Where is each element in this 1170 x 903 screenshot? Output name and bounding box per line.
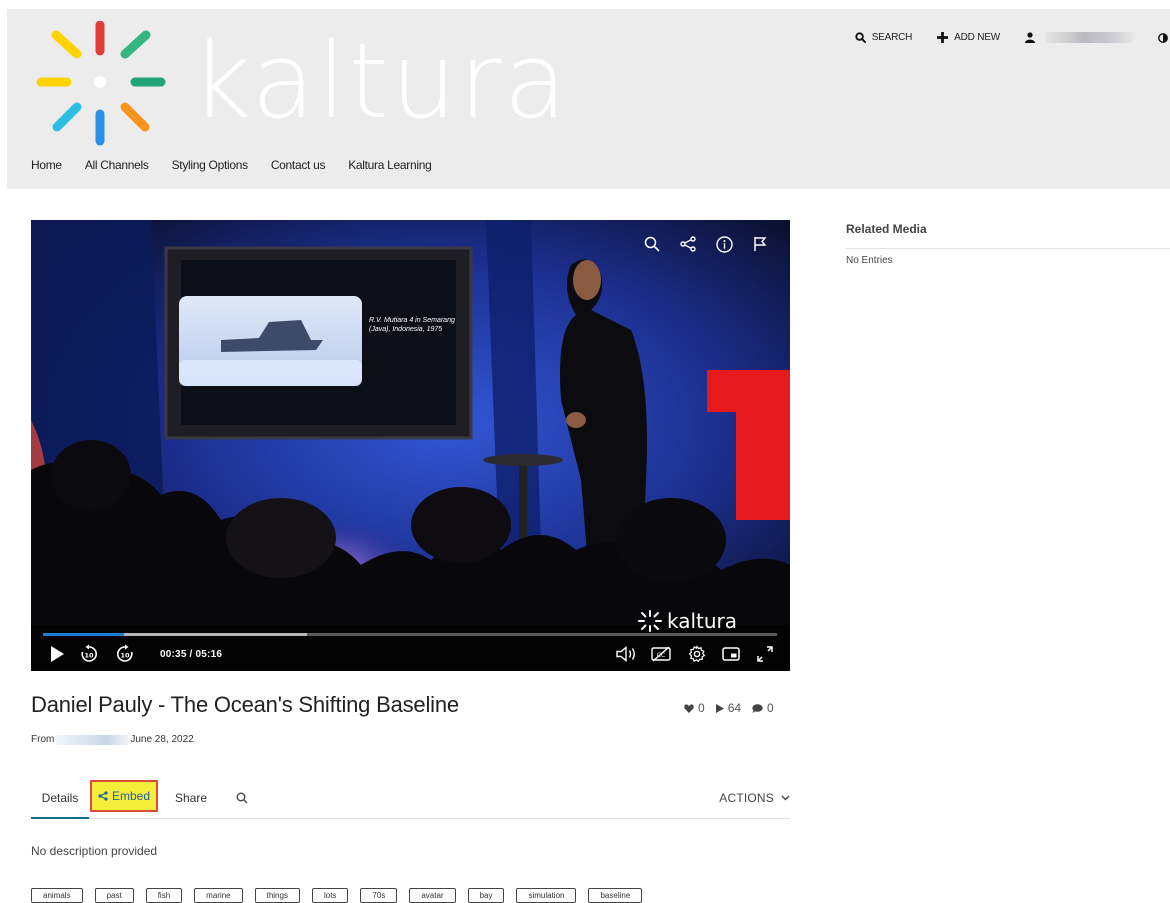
likes-stat[interactable]: 0 [684, 701, 705, 715]
search-label: SEARCH [871, 32, 913, 43]
comments-count: 0 [767, 701, 774, 715]
tag-item[interactable]: avatar [409, 888, 456, 903]
tab-details[interactable]: Details [31, 778, 89, 819]
main-nav: Home All Channels Styling Options Contac… [31, 158, 454, 172]
volume-button[interactable] [615, 642, 639, 666]
player-share-icon[interactable] [678, 234, 698, 254]
tag-item[interactable]: 70s [360, 888, 398, 903]
svg-text:10: 10 [120, 652, 130, 660]
share-icon [98, 791, 108, 801]
settings-button[interactable] [685, 642, 709, 666]
chevron-down-icon [781, 795, 790, 801]
add-new-button[interactable]: ADD NEW [937, 32, 1000, 43]
nav-kaltura-learning[interactable]: Kaltura Learning [348, 158, 432, 172]
video-player[interactable]: R.V. Mutiara 4 in Semarang (Java), Indon… [31, 220, 790, 671]
tab-embed-label: Embed [112, 789, 151, 803]
plays-count: 64 [727, 701, 742, 715]
fullscreen-icon [757, 646, 773, 662]
slide-caption: R.V. Mutiara 4 in Semarang (Java), Indon… [369, 317, 455, 333]
actions-menu[interactable]: ACTIONS [719, 778, 790, 818]
player-top-toolbar [642, 234, 770, 254]
logo-wordmark: kaltura [191, 20, 570, 142]
watermark-burst-icon [638, 610, 662, 632]
tag-item[interactable]: marine [194, 888, 243, 903]
watermark-text: kaltura [667, 609, 738, 633]
tag-item[interactable]: simulation [516, 888, 577, 903]
user-name-redacted [1045, 32, 1133, 43]
svg-text:10: 10 [84, 652, 94, 660]
svg-text:CC: CC [657, 652, 665, 659]
media-stats: 0 64 0 [684, 701, 774, 715]
tab-search[interactable] [236, 778, 248, 818]
actions-label: ACTIONS [719, 791, 774, 805]
related-divider [846, 248, 1170, 249]
tag-list: animals past fish marine things lots 70s… [31, 888, 654, 903]
play-button[interactable] [45, 642, 69, 666]
tag-item[interactable]: animals [31, 888, 83, 903]
media-description: No description provided [31, 844, 158, 858]
user-icon [1025, 32, 1035, 43]
player-info-icon[interactable] [714, 234, 734, 254]
pip-button[interactable] [719, 642, 743, 666]
kaltura-logo[interactable]: kaltura [33, 21, 567, 146]
top-toolbar: SEARCH ADD NEW [855, 32, 1170, 43]
forward-10-button[interactable]: 10 [113, 642, 137, 666]
tag-item[interactable]: baseline [588, 888, 643, 903]
nav-all-channels[interactable]: All Channels [85, 158, 149, 172]
video-frame [31, 220, 790, 671]
related-media-title: Related Media [846, 222, 927, 236]
site-header: kaltura Home All Channels Styling Option… [7, 9, 1170, 189]
player-flag-icon[interactable] [750, 234, 770, 254]
captions-button[interactable]: CC [649, 642, 673, 666]
media-title: Daniel Pauly - The Ocean's Shifting Base… [31, 692, 459, 717]
kaltura-burst-icon [36, 21, 166, 146]
heart-icon [684, 703, 694, 713]
comment-icon [752, 703, 763, 713]
tab-embed[interactable]: Embed [90, 780, 159, 812]
search-icon [855, 32, 866, 43]
search-icon [236, 792, 248, 804]
time-display: 00:35 / 05:16 [160, 649, 223, 660]
seek-bar[interactable] [43, 633, 777, 636]
media-tabs: Details Embed Share ACTIONS [31, 778, 790, 819]
play-icon [51, 646, 64, 662]
add-new-label: ADD NEW [954, 32, 1000, 43]
captions-off-icon: CC [651, 646, 671, 662]
tag-item[interactable]: past [94, 888, 134, 903]
forward-10-icon: 10 [117, 644, 133, 662]
plays-stat: 64 [715, 701, 742, 715]
rewind-10-icon: 10 [81, 644, 97, 662]
tag-item[interactable]: lots [311, 888, 349, 903]
nav-styling-options[interactable]: Styling Options [172, 158, 249, 172]
player-search-icon[interactable] [642, 234, 662, 254]
related-empty-text: No Entries [846, 255, 893, 266]
play-count-icon [715, 703, 724, 713]
rewind-10-button[interactable]: 10 [77, 642, 101, 666]
picture-in-picture-icon [722, 647, 740, 661]
user-menu[interactable] [1025, 32, 1133, 43]
nav-home[interactable]: Home [31, 158, 62, 172]
player-controls: 10 10 00:35 / 05:16 CC [31, 642, 790, 670]
kaltura-watermark: kaltura [637, 609, 737, 633]
comments-stat: 0 [752, 701, 774, 715]
search-button[interactable]: SEARCH [855, 32, 912, 43]
from-label: From [31, 734, 55, 745]
gear-icon [688, 645, 706, 663]
tag-item[interactable]: things [254, 888, 300, 903]
tag-item[interactable]: bay [467, 888, 505, 903]
media-meta: From June 28, 2022 [31, 734, 194, 745]
likes-count: 0 [698, 701, 705, 715]
media-date: June 28, 2022 [130, 734, 194, 745]
tab-share[interactable]: Share [175, 778, 207, 818]
fullscreen-button[interactable] [753, 642, 777, 666]
tag-item[interactable]: fish [145, 888, 183, 903]
progress-fill [43, 633, 124, 636]
contrast-toggle-icon[interactable] [1158, 32, 1168, 43]
plus-icon [937, 32, 949, 43]
volume-icon [616, 646, 635, 662]
nav-contact-us[interactable]: Contact us [271, 158, 326, 172]
owner-name-redacted[interactable] [56, 734, 129, 745]
